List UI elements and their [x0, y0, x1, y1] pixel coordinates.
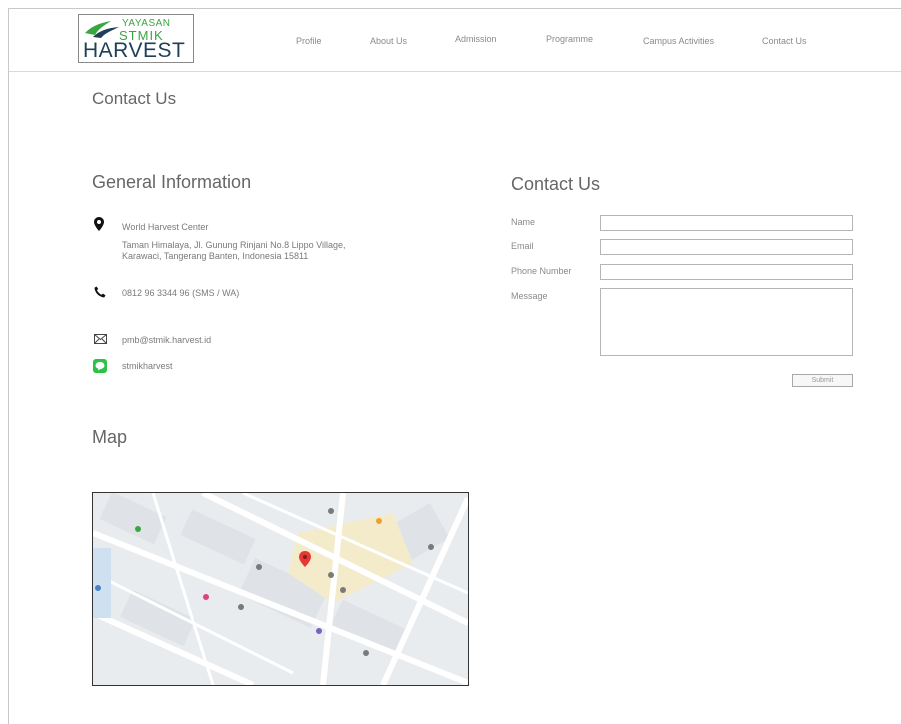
- general-info-heading: General Information: [92, 172, 252, 192]
- map-heading: Map: [92, 427, 128, 447]
- message-label: Message: [511, 291, 548, 301]
- line-id[interactable]: stmikharvest: [122, 361, 173, 372]
- nav-link-about-us[interactable]: About Us: [370, 36, 407, 46]
- email-input[interactable]: [600, 239, 853, 255]
- name-input[interactable]: [600, 215, 853, 231]
- phone-number-input[interactable]: [600, 264, 853, 280]
- location-pin-icon: [94, 217, 104, 231]
- name-label: Name: [511, 217, 536, 227]
- address-line-1: Taman Himalaya, Jl. Gunung Rinjani No.8 …: [122, 240, 346, 250]
- address-line-2: Karawaci, Tangerang Banten, Indonesia 15…: [122, 251, 309, 261]
- phone-number: 0812 96 3344 96 (SMS / WA): [122, 288, 240, 298]
- phone-icon: [94, 286, 106, 298]
- logo-text-harvest: HARVEST: [83, 39, 186, 62]
- email-label: Email: [511, 241, 534, 251]
- email-address[interactable]: pmb@stmik.harvest.id: [122, 335, 211, 346]
- contact-form-heading: Contact Us: [511, 174, 601, 194]
- nav-link-admission[interactable]: Admission: [455, 34, 497, 44]
- site-logo[interactable]: YAYASAN STMIK HARVEST: [78, 14, 194, 63]
- address-name: World Harvest Center: [122, 222, 209, 232]
- phone-number-label: Phone Number: [511, 266, 572, 276]
- message-textarea[interactable]: [600, 288, 853, 356]
- nav-link-profile[interactable]: Profile: [296, 36, 322, 46]
- submit-button[interactable]: Submit: [792, 374, 853, 387]
- envelope-icon: [94, 334, 107, 344]
- nav-link-programme[interactable]: Programme: [546, 34, 593, 44]
- nav-link-contact-us[interactable]: Contact Us: [762, 36, 807, 46]
- nav-link-campus-activities[interactable]: Campus Activities: [643, 36, 714, 46]
- birds-logo-icon: [85, 21, 119, 38]
- line-messenger-icon: [93, 359, 107, 373]
- page-title: Contact Us: [92, 89, 177, 108]
- map-image: [93, 493, 468, 685]
- location-map[interactable]: [92, 492, 469, 686]
